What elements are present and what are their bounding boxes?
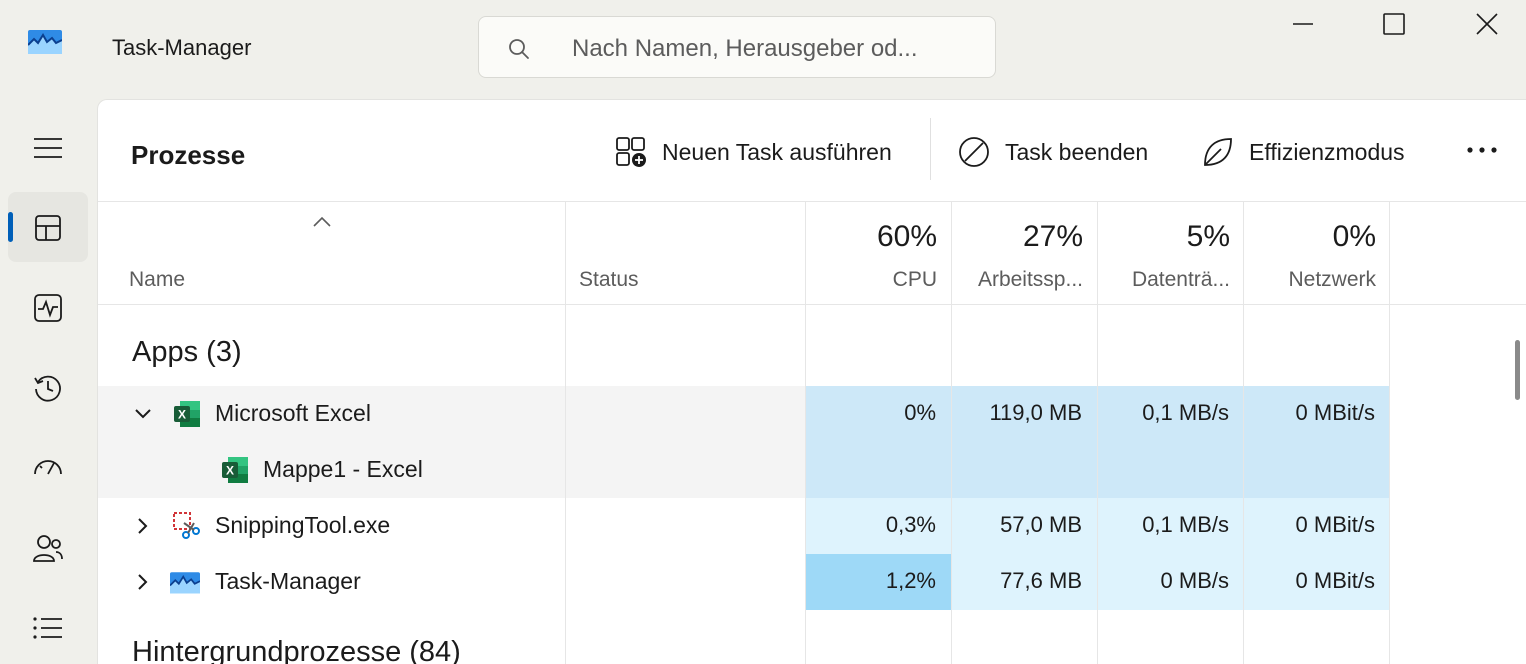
task-manager-app-icon xyxy=(28,30,62,54)
processes-icon xyxy=(35,215,61,241)
maximize-icon xyxy=(1383,13,1405,35)
column-header-status[interactable]: Status xyxy=(579,268,639,292)
column-header-disk[interactable]: Datenträ... xyxy=(1132,268,1230,292)
details-list-icon xyxy=(33,617,62,639)
efficiency-mode-label: Effizienzmodus xyxy=(1249,138,1405,165)
process-name: Mappe1 - Excel xyxy=(263,456,423,482)
window-title: Task-Manager xyxy=(112,35,252,60)
memory-value: 77,6 MB xyxy=(1000,568,1082,593)
process-name: SnippingTool.exe xyxy=(215,512,391,538)
column-divider[interactable] xyxy=(1243,201,1244,664)
memory-total: 27% xyxy=(1022,220,1083,253)
column-divider[interactable] xyxy=(1389,201,1390,664)
more-options-button[interactable] xyxy=(1462,138,1502,162)
speedometer-icon xyxy=(34,460,62,475)
disk-value: 0,1 MB/s xyxy=(1142,400,1229,425)
column-divider[interactable] xyxy=(951,201,952,664)
nav-startup-apps[interactable] xyxy=(8,432,88,502)
task-manager-icon xyxy=(170,572,200,594)
svg-text:X: X xyxy=(226,464,234,478)
more-icon xyxy=(1467,147,1497,153)
toolbar-separator xyxy=(930,118,931,180)
minimize-button[interactable] xyxy=(1258,0,1348,48)
cpu-value: 0,3% xyxy=(885,512,936,537)
memory-value: 119,0 MB xyxy=(989,400,1082,425)
close-button[interactable] xyxy=(1441,0,1526,48)
network-value: 0 MBit/s xyxy=(1295,568,1375,593)
disk-value: 0 MB/s xyxy=(1160,568,1229,593)
nav-processes[interactable] xyxy=(8,192,88,262)
chevron-right-icon[interactable] xyxy=(134,573,152,591)
process-name: Task-Manager xyxy=(215,568,361,594)
memory-value: 57,0 MB xyxy=(1000,512,1082,537)
vertical-scrollbar[interactable] xyxy=(1515,340,1520,400)
column-divider[interactable] xyxy=(805,201,806,664)
cpu-total: 60% xyxy=(876,220,937,253)
column-header-cpu[interactable]: CPU xyxy=(893,268,937,292)
table-row-snippingtool[interactable]: SnippingTool.exe 0,3% 57,0 MB 0,1 MB/s 0… xyxy=(98,498,1390,554)
table-row-task-manager[interactable]: Task-Manager 1,2% 77,6 MB 0 MB/s 0 MBit/… xyxy=(98,554,1390,610)
nav-app-history[interactable] xyxy=(8,352,88,422)
column-header-memory[interactable]: Arbeitssp... xyxy=(978,268,1083,292)
nav-details[interactable] xyxy=(8,592,88,662)
column-divider[interactable] xyxy=(1097,201,1098,664)
cpu-value: 0% xyxy=(904,400,936,425)
network-value: 0 MBit/s xyxy=(1295,400,1375,425)
group-header-background[interactable]: Hintergrundprozesse (84) xyxy=(132,636,461,664)
users-icon xyxy=(33,535,63,562)
column-header-name[interactable]: Name xyxy=(129,268,185,292)
search-box[interactable]: Nach Namen, Herausgeber od... xyxy=(478,16,996,78)
active-indicator xyxy=(8,212,13,242)
search-icon xyxy=(509,39,529,59)
process-name: Microsoft Excel xyxy=(215,400,371,426)
new-task-icon xyxy=(616,137,646,167)
disk-total: 5% xyxy=(1186,220,1230,253)
svg-text:X: X xyxy=(178,408,186,422)
title-bar: Task-Manager Nach Namen, Herausgeber od.… xyxy=(0,0,1526,100)
main-panel: Prozesse Neuen Task ausführen Task beend… xyxy=(97,99,1526,664)
table-row-mappe1-excel[interactable]: X Mappe1 - Excel xyxy=(98,442,1390,498)
column-divider[interactable] xyxy=(565,201,566,664)
history-icon xyxy=(34,375,61,402)
nav-performance[interactable] xyxy=(8,272,88,342)
network-value: 0 MBit/s xyxy=(1295,512,1375,537)
network-total: 0% xyxy=(1332,220,1376,253)
group-header-apps[interactable]: Apps (3) xyxy=(132,336,242,369)
excel-icon: X xyxy=(174,401,200,427)
efficiency-mode-button[interactable]: Effizienzmodus xyxy=(1201,130,1405,174)
nav-users[interactable] xyxy=(8,512,88,582)
excel-icon: X xyxy=(222,457,248,483)
chevron-right-icon[interactable] xyxy=(134,517,152,535)
cpu-value: 1,2% xyxy=(885,568,936,593)
column-header-network[interactable]: Netzwerk xyxy=(1288,268,1376,292)
end-task-label: Task beenden xyxy=(1005,138,1149,165)
disk-value: 0,1 MB/s xyxy=(1142,512,1229,537)
hamburger-menu-button[interactable] xyxy=(8,112,88,182)
sort-ascending-icon[interactable] xyxy=(312,216,332,228)
performance-icon xyxy=(34,294,62,322)
end-task-button[interactable]: Task beenden xyxy=(957,130,1148,174)
new-task-label: Neuen Task ausführen xyxy=(662,138,892,165)
chevron-down-icon[interactable] xyxy=(134,405,152,423)
new-task-button[interactable]: Neuen Task ausführen xyxy=(614,130,892,174)
maximize-button[interactable] xyxy=(1349,0,1439,48)
page-title: Prozesse xyxy=(131,140,246,170)
leaf-icon xyxy=(1204,138,1232,166)
end-task-icon xyxy=(959,137,989,167)
close-icon xyxy=(1476,13,1498,35)
minimize-icon xyxy=(1293,23,1313,25)
snipping-tool-icon xyxy=(173,512,200,539)
hamburger-icon xyxy=(34,138,62,158)
search-input[interactable]: Nach Namen, Herausgeber od... xyxy=(572,35,918,63)
